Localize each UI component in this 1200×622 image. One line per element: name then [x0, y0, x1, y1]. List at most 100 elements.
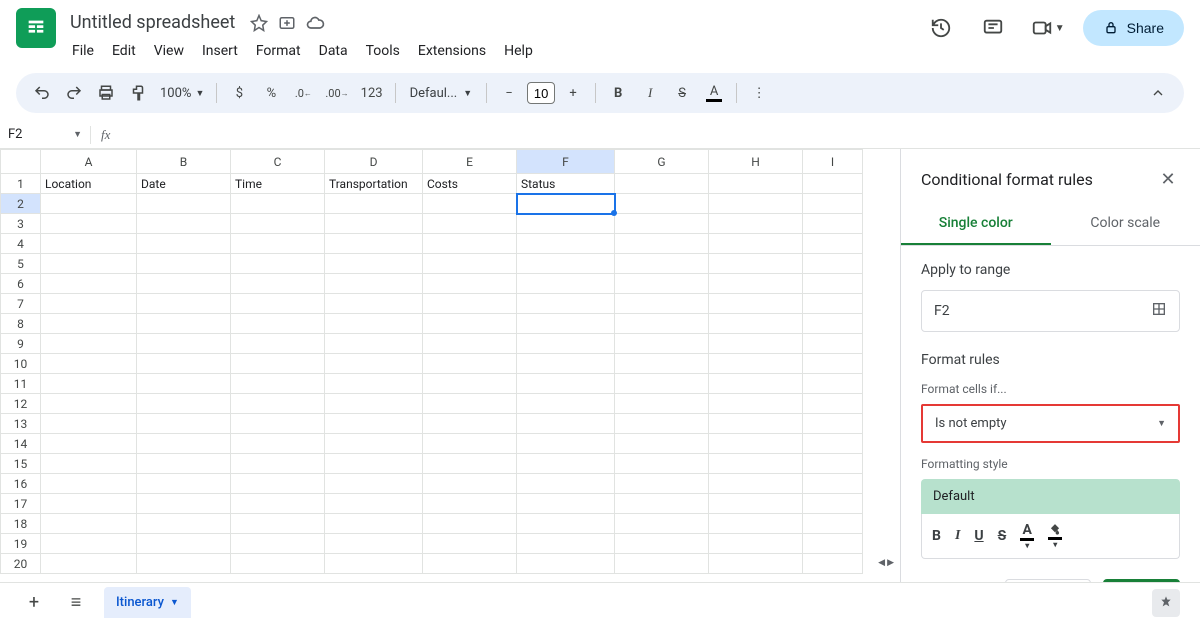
cell-I15[interactable]: [803, 454, 863, 474]
row-header-16[interactable]: 16: [1, 474, 41, 494]
row-header-19[interactable]: 19: [1, 534, 41, 554]
move-icon[interactable]: [277, 13, 297, 33]
cell-B18[interactable]: [137, 514, 231, 534]
style-preview[interactable]: Default: [921, 479, 1180, 514]
cell-A17[interactable]: [41, 494, 137, 514]
cell-A13[interactable]: [41, 414, 137, 434]
zoom-select[interactable]: 100%▼: [156, 86, 208, 101]
more-button[interactable]: ⋮: [745, 79, 773, 107]
row-header-2[interactable]: 2: [1, 194, 41, 214]
cell-E11[interactable]: [423, 374, 517, 394]
cell-D7[interactable]: [325, 294, 423, 314]
doc-title[interactable]: Untitled spreadsheet: [64, 10, 241, 35]
cell-A12[interactable]: [41, 394, 137, 414]
col-header-E[interactable]: E: [423, 150, 517, 174]
cell-E2[interactable]: [423, 194, 517, 214]
cell-D5[interactable]: [325, 254, 423, 274]
cell-A14[interactable]: [41, 434, 137, 454]
cell-A15[interactable]: [41, 454, 137, 474]
cell-H14[interactable]: [709, 434, 803, 454]
cell-F6[interactable]: [517, 274, 615, 294]
cell-F19[interactable]: [517, 534, 615, 554]
cell-I4[interactable]: [803, 234, 863, 254]
range-input[interactable]: F2: [921, 290, 1180, 332]
cell-G18[interactable]: [615, 514, 709, 534]
cell-G6[interactable]: [615, 274, 709, 294]
cell-E15[interactable]: [423, 454, 517, 474]
cell-G11[interactable]: [615, 374, 709, 394]
style-text-color-button[interactable]: A▾: [1020, 522, 1034, 550]
cell-B14[interactable]: [137, 434, 231, 454]
cell-C1[interactable]: Time: [231, 174, 325, 194]
cell-I3[interactable]: [803, 214, 863, 234]
cell-B5[interactable]: [137, 254, 231, 274]
cell-I14[interactable]: [803, 434, 863, 454]
cell-C15[interactable]: [231, 454, 325, 474]
cell-G17[interactable]: [615, 494, 709, 514]
menu-help[interactable]: Help: [496, 39, 541, 63]
cell-D10[interactable]: [325, 354, 423, 374]
currency-button[interactable]: $: [225, 79, 253, 107]
cell-F7[interactable]: [517, 294, 615, 314]
cell-D16[interactable]: [325, 474, 423, 494]
increase-font-button[interactable]: +: [559, 79, 587, 107]
cell-H4[interactable]: [709, 234, 803, 254]
cell-I12[interactable]: [803, 394, 863, 414]
row-header-11[interactable]: 11: [1, 374, 41, 394]
cell-I18[interactable]: [803, 514, 863, 534]
cell-D3[interactable]: [325, 214, 423, 234]
menu-extensions[interactable]: Extensions: [410, 39, 494, 63]
cell-F13[interactable]: [517, 414, 615, 434]
cell-I9[interactable]: [803, 334, 863, 354]
cell-G19[interactable]: [615, 534, 709, 554]
cell-C20[interactable]: [231, 554, 325, 574]
cell-F3[interactable]: [517, 214, 615, 234]
share-button[interactable]: Share: [1083, 10, 1184, 46]
col-header-F[interactable]: F: [517, 150, 615, 174]
cell-A7[interactable]: [41, 294, 137, 314]
row-header-10[interactable]: 10: [1, 354, 41, 374]
cell-D11[interactable]: [325, 374, 423, 394]
cell-I11[interactable]: [803, 374, 863, 394]
cell-B17[interactable]: [137, 494, 231, 514]
cell-F11[interactable]: [517, 374, 615, 394]
close-icon[interactable]: ✕: [1156, 167, 1180, 191]
cell-B4[interactable]: [137, 234, 231, 254]
cell-C12[interactable]: [231, 394, 325, 414]
cell-H7[interactable]: [709, 294, 803, 314]
cell-E19[interactable]: [423, 534, 517, 554]
cell-C13[interactable]: [231, 414, 325, 434]
cell-D15[interactable]: [325, 454, 423, 474]
cell-F18[interactable]: [517, 514, 615, 534]
cell-D14[interactable]: [325, 434, 423, 454]
menu-edit[interactable]: Edit: [104, 39, 144, 63]
cell-C18[interactable]: [231, 514, 325, 534]
cell-G2[interactable]: [615, 194, 709, 214]
cell-D6[interactable]: [325, 274, 423, 294]
cell-D2[interactable]: [325, 194, 423, 214]
redo-button[interactable]: [60, 79, 88, 107]
undo-button[interactable]: [28, 79, 56, 107]
decrease-font-button[interactable]: −: [495, 79, 523, 107]
cell-B16[interactable]: [137, 474, 231, 494]
row-header-18[interactable]: 18: [1, 514, 41, 534]
strike-button[interactable]: S: [668, 79, 696, 107]
cell-F10[interactable]: [517, 354, 615, 374]
cell-E16[interactable]: [423, 474, 517, 494]
cell-F4[interactable]: [517, 234, 615, 254]
cell-E12[interactable]: [423, 394, 517, 414]
cell-H13[interactable]: [709, 414, 803, 434]
increase-decimal-button[interactable]: .00→: [321, 79, 352, 107]
cell-C5[interactable]: [231, 254, 325, 274]
cell-G15[interactable]: [615, 454, 709, 474]
menu-data[interactable]: Data: [311, 39, 356, 63]
cell-G20[interactable]: [615, 554, 709, 574]
add-sheet-button[interactable]: +: [20, 589, 48, 617]
cell-G16[interactable]: [615, 474, 709, 494]
name-box[interactable]: F2▼: [0, 127, 90, 142]
cell-H3[interactable]: [709, 214, 803, 234]
col-header-A[interactable]: A: [41, 150, 137, 174]
col-header-H[interactable]: H: [709, 150, 803, 174]
cell-D9[interactable]: [325, 334, 423, 354]
row-header-1[interactable]: 1: [1, 174, 41, 194]
